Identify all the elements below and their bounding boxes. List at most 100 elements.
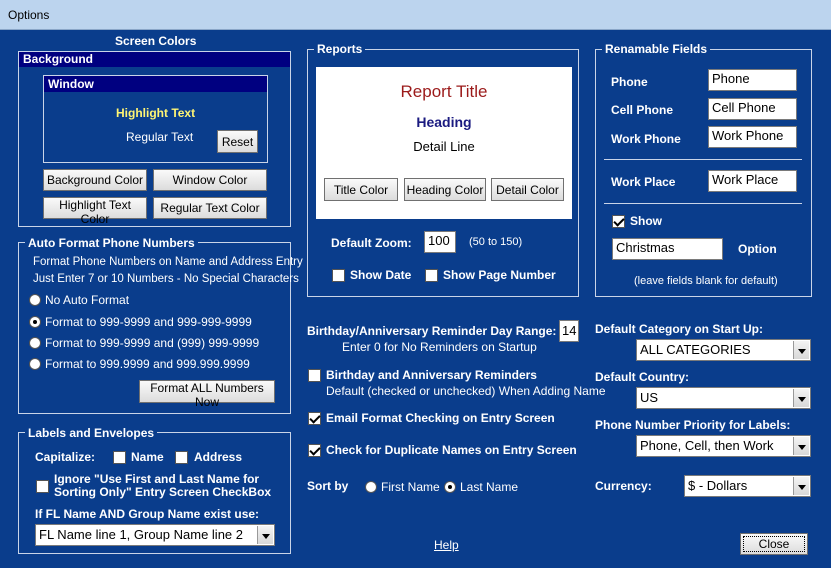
fl-name-group-select[interactable]: FL Name line 1, Group Name line 2 bbox=[35, 524, 275, 546]
default-category-select[interactable]: ALL CATEGORIES bbox=[636, 339, 811, 361]
reminder-range-note: Enter 0 for No Reminders on Startup bbox=[342, 340, 537, 354]
ignore-sort-checkbox[interactable] bbox=[36, 480, 49, 493]
show-date-checkbox[interactable] bbox=[332, 269, 345, 282]
report-detail-sample: Detail Line bbox=[413, 139, 475, 154]
reset-button[interactable]: Reset bbox=[217, 130, 258, 153]
phone-label: Phone bbox=[611, 75, 648, 89]
format-all-numbers-button[interactable]: Format ALL Numbers Now bbox=[139, 380, 275, 409]
phone-field[interactable]: Phone bbox=[708, 69, 797, 91]
sort-by-label: Sort by bbox=[307, 479, 349, 493]
cell-phone-label: Cell Phone bbox=[611, 103, 674, 117]
highlight-text-sample: Highlight Text bbox=[116, 106, 196, 120]
chevron-down-icon[interactable] bbox=[257, 526, 273, 544]
regular-text-sample: Regular Text bbox=[126, 130, 194, 144]
default-category-value: ALL CATEGORIES bbox=[640, 342, 751, 357]
zoom-input[interactable]: 100 bbox=[424, 231, 456, 253]
help-link[interactable]: Help bbox=[434, 538, 459, 552]
capitalize-name-checkbox[interactable] bbox=[113, 451, 126, 464]
capitalize-label: Capitalize: bbox=[35, 450, 96, 464]
radio-label-format-paren: Format to 999-9999 and (999) 999-9999 bbox=[45, 336, 260, 350]
show-option-checkbox[interactable] bbox=[612, 215, 625, 228]
renamable-divider-2 bbox=[604, 203, 802, 204]
labels-title: Labels and Envelopes bbox=[25, 426, 158, 440]
if-fl-name-label: If FL Name AND Group Name exist use: bbox=[35, 507, 260, 521]
currency-value: $ - Dollars bbox=[688, 478, 748, 493]
sort-last-name-radio[interactable] bbox=[444, 481, 456, 493]
close-button[interactable]: Close bbox=[740, 533, 808, 555]
chevron-down-icon[interactable] bbox=[793, 389, 809, 407]
fl-name-group-value: FL Name line 1, Group Name line 2 bbox=[39, 527, 244, 542]
screen-colors-title: Screen Colors bbox=[115, 34, 197, 48]
reports-title: Reports bbox=[314, 42, 366, 56]
default-country-value: US bbox=[640, 390, 659, 405]
chevron-down-icon[interactable] bbox=[793, 437, 809, 455]
duplicate-check-label: Check for Duplicate Names on Entry Scree… bbox=[326, 443, 577, 457]
radio-format-dot[interactable] bbox=[29, 358, 41, 370]
default-country-label: Default Country: bbox=[595, 370, 689, 384]
radio-label-format-dash: Format to 999-9999 and 999-999-9999 bbox=[45, 315, 252, 329]
duplicate-check-checkbox[interactable] bbox=[308, 444, 321, 457]
work-phone-field[interactable]: Work Phone bbox=[708, 126, 797, 148]
window-color-button[interactable]: Window Color bbox=[153, 169, 267, 191]
heading-color-button[interactable]: Heading Color bbox=[404, 178, 486, 201]
show-option-label: Show bbox=[630, 214, 662, 228]
radio-format-dash[interactable] bbox=[29, 316, 41, 328]
title-bar: Options bbox=[0, 0, 831, 30]
chevron-down-icon[interactable] bbox=[793, 477, 809, 495]
capitalize-name-label: Name bbox=[131, 450, 164, 464]
reminder-range-label: Birthday/Anniversary Reminder Day Range: bbox=[307, 324, 557, 338]
phone-format-title: Auto Format Phone Numbers bbox=[25, 236, 198, 250]
radio-label-format-dot: Format to 999.9999 and 999.999.9999 bbox=[45, 357, 250, 371]
title-color-button[interactable]: Title Color bbox=[324, 178, 398, 201]
bday-reminders-checkbox[interactable] bbox=[308, 369, 321, 382]
chevron-down-icon[interactable] bbox=[793, 341, 809, 359]
default-category-label: Default Category on Start Up: bbox=[595, 322, 764, 336]
show-date-label: Show Date bbox=[350, 268, 412, 282]
renamable-note: (leave fields blank for default) bbox=[634, 275, 778, 287]
option-field[interactable]: Christmas bbox=[612, 238, 723, 260]
phone-priority-label: Phone Number Priority for Labels: bbox=[595, 418, 791, 432]
currency-select[interactable]: $ - Dollars bbox=[684, 475, 811, 497]
renamable-title: Renamable Fields bbox=[602, 42, 711, 56]
work-phone-label: Work Phone bbox=[611, 132, 681, 146]
highlight-text-color-button[interactable]: Highlight Text Color bbox=[43, 197, 147, 226]
work-place-field[interactable]: Work Place bbox=[708, 170, 797, 192]
phone-priority-select[interactable]: Phone, Cell, then Work bbox=[636, 435, 811, 457]
phone-format-desc2: Just Enter 7 or 10 Numbers - No Special … bbox=[33, 273, 299, 285]
option-label: Option bbox=[738, 242, 777, 256]
report-title-sample: Report Title bbox=[400, 82, 488, 101]
currency-label: Currency: bbox=[595, 479, 652, 493]
phone-priority-value: Phone, Cell, then Work bbox=[640, 438, 774, 453]
ignore-sort-label-1: Ignore "Use First and Last Name for bbox=[54, 472, 260, 486]
capitalize-address-label: Address bbox=[194, 450, 243, 464]
cell-phone-field[interactable]: Cell Phone bbox=[708, 98, 797, 120]
bday-reminders-note: Default (checked or unchecked) When Addi… bbox=[326, 384, 606, 398]
show-page-number-label: Show Page Number bbox=[443, 268, 556, 282]
window-preview: Window Highlight Text Regular Text Reset bbox=[43, 75, 268, 163]
background-bar: Background bbox=[19, 52, 290, 67]
default-country-select[interactable]: US bbox=[636, 387, 811, 409]
radio-format-paren[interactable] bbox=[29, 337, 41, 349]
radio-no-auto-format[interactable] bbox=[29, 294, 41, 306]
sort-first-name-label: First Name bbox=[381, 480, 440, 494]
capitalize-address-checkbox[interactable] bbox=[175, 451, 188, 464]
sort-first-name-radio[interactable] bbox=[365, 481, 377, 493]
report-heading-sample: Heading bbox=[416, 114, 472, 130]
report-preview: Report Title Heading Detail Line Title C… bbox=[316, 67, 572, 219]
ignore-sort-label-2: Sorting Only" Entry Screen CheckBox bbox=[54, 485, 272, 499]
email-check-checkbox[interactable] bbox=[308, 412, 321, 425]
options-dialog: Screen Colors Background Window Highligh… bbox=[0, 30, 831, 568]
work-place-label: Work Place bbox=[611, 175, 676, 189]
default-zoom-label: Default Zoom: bbox=[331, 236, 412, 250]
radio-label-no-auto-format: No Auto Format bbox=[45, 293, 130, 307]
zoom-range-label: (50 to 150) bbox=[469, 236, 523, 248]
renamable-divider-1 bbox=[604, 159, 802, 160]
regular-text-color-button[interactable]: Regular Text Color bbox=[153, 197, 267, 219]
background-label: Background bbox=[23, 52, 94, 66]
show-page-number-checkbox[interactable] bbox=[425, 269, 438, 282]
bday-reminders-label: Birthday and Anniversary Reminders bbox=[326, 368, 537, 382]
background-color-button[interactable]: Background Color bbox=[43, 169, 147, 191]
window-title: Options bbox=[8, 8, 50, 22]
detail-color-button[interactable]: Detail Color bbox=[491, 178, 564, 201]
reminder-range-input[interactable]: 14 bbox=[559, 320, 579, 342]
